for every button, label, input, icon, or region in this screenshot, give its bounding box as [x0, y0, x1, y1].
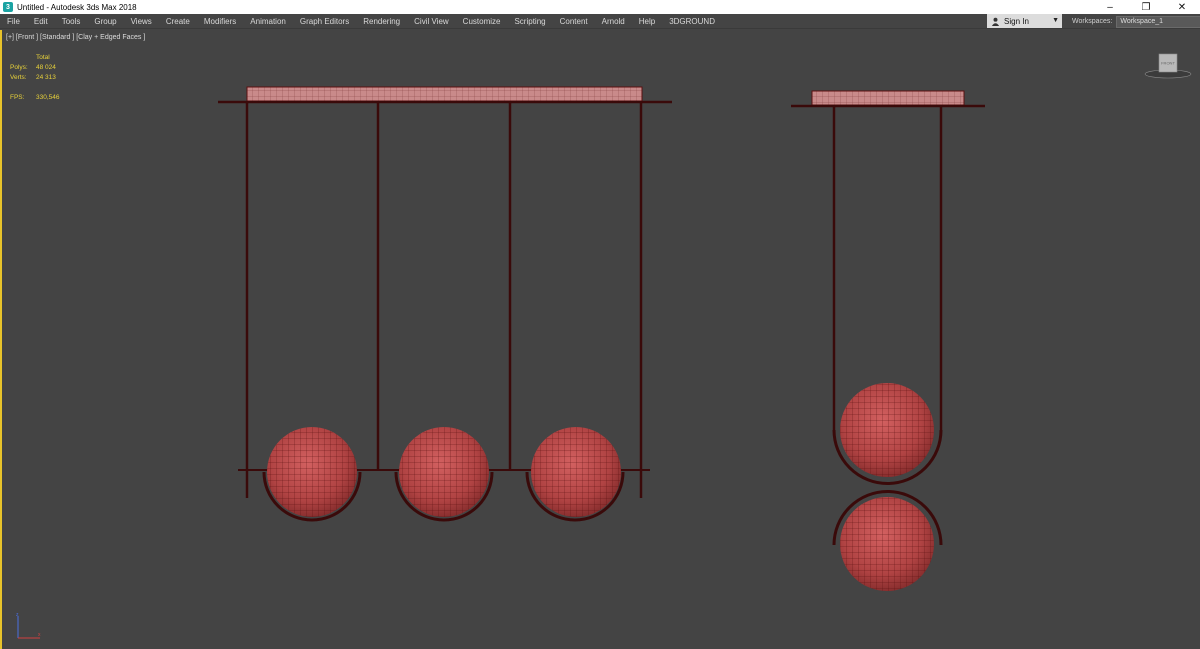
app-logo-icon: 3: [3, 2, 13, 12]
menu-group[interactable]: Group: [87, 17, 123, 26]
restore-button[interactable]: ❐: [1128, 0, 1164, 14]
menu-scripting[interactable]: Scripting: [507, 17, 552, 26]
workspaces-label: Workspaces:: [1072, 18, 1113, 25]
user-icon: [990, 16, 1000, 26]
app-window: 3 Untitled - Autodesk 3ds Max 2018 – ❐ ✕…: [0, 0, 1200, 649]
menu-file[interactable]: File: [0, 17, 27, 26]
close-button[interactable]: ✕: [1164, 0, 1200, 14]
menu-help[interactable]: Help: [632, 17, 662, 26]
chevron-down-icon: ▼: [1052, 17, 1059, 24]
window-title: Untitled - Autodesk 3ds Max 2018: [17, 2, 137, 12]
menu-create[interactable]: Create: [159, 17, 197, 26]
menu-graph-editors[interactable]: Graph Editors: [293, 17, 356, 26]
scene-geometry[interactable]: [0, 30, 1200, 649]
menu-customize[interactable]: Customize: [456, 17, 508, 26]
menu-civil-view[interactable]: Civil View: [407, 17, 456, 26]
left-pendant-fixture[interactable]: [218, 86, 672, 522]
menu-tools[interactable]: Tools: [55, 17, 88, 26]
menu-views[interactable]: Views: [124, 17, 159, 26]
menu-3dground[interactable]: 3DGROUND: [662, 17, 722, 26]
right-pendant-fixture[interactable]: [791, 90, 985, 591]
menu-animation[interactable]: Animation: [243, 17, 293, 26]
menu-modifiers[interactable]: Modifiers: [197, 17, 243, 26]
workspaces-dropdown[interactable]: Workspace_1: [1116, 15, 1200, 28]
minimize-button[interactable]: –: [1092, 0, 1128, 14]
menu-list: File Edit Tools Group Views Create Modifiers An…: [0, 14, 722, 29]
menu-content[interactable]: Content: [553, 17, 595, 26]
menu-arnold[interactable]: Arnold: [595, 17, 632, 26]
sign-in-dropdown[interactable]: Sign In ▼: [987, 14, 1062, 28]
menu-edit[interactable]: Edit: [27, 17, 55, 26]
sign-in-label: Sign In: [1004, 16, 1029, 26]
menu-rendering[interactable]: Rendering: [356, 17, 407, 26]
workspaces-selector: Workspaces: Workspace_1: [1072, 14, 1200, 29]
window-controls: – ❐ ✕: [1092, 0, 1200, 14]
title-bar: 3 Untitled - Autodesk 3ds Max 2018 – ❐ ✕: [0, 0, 1200, 14]
